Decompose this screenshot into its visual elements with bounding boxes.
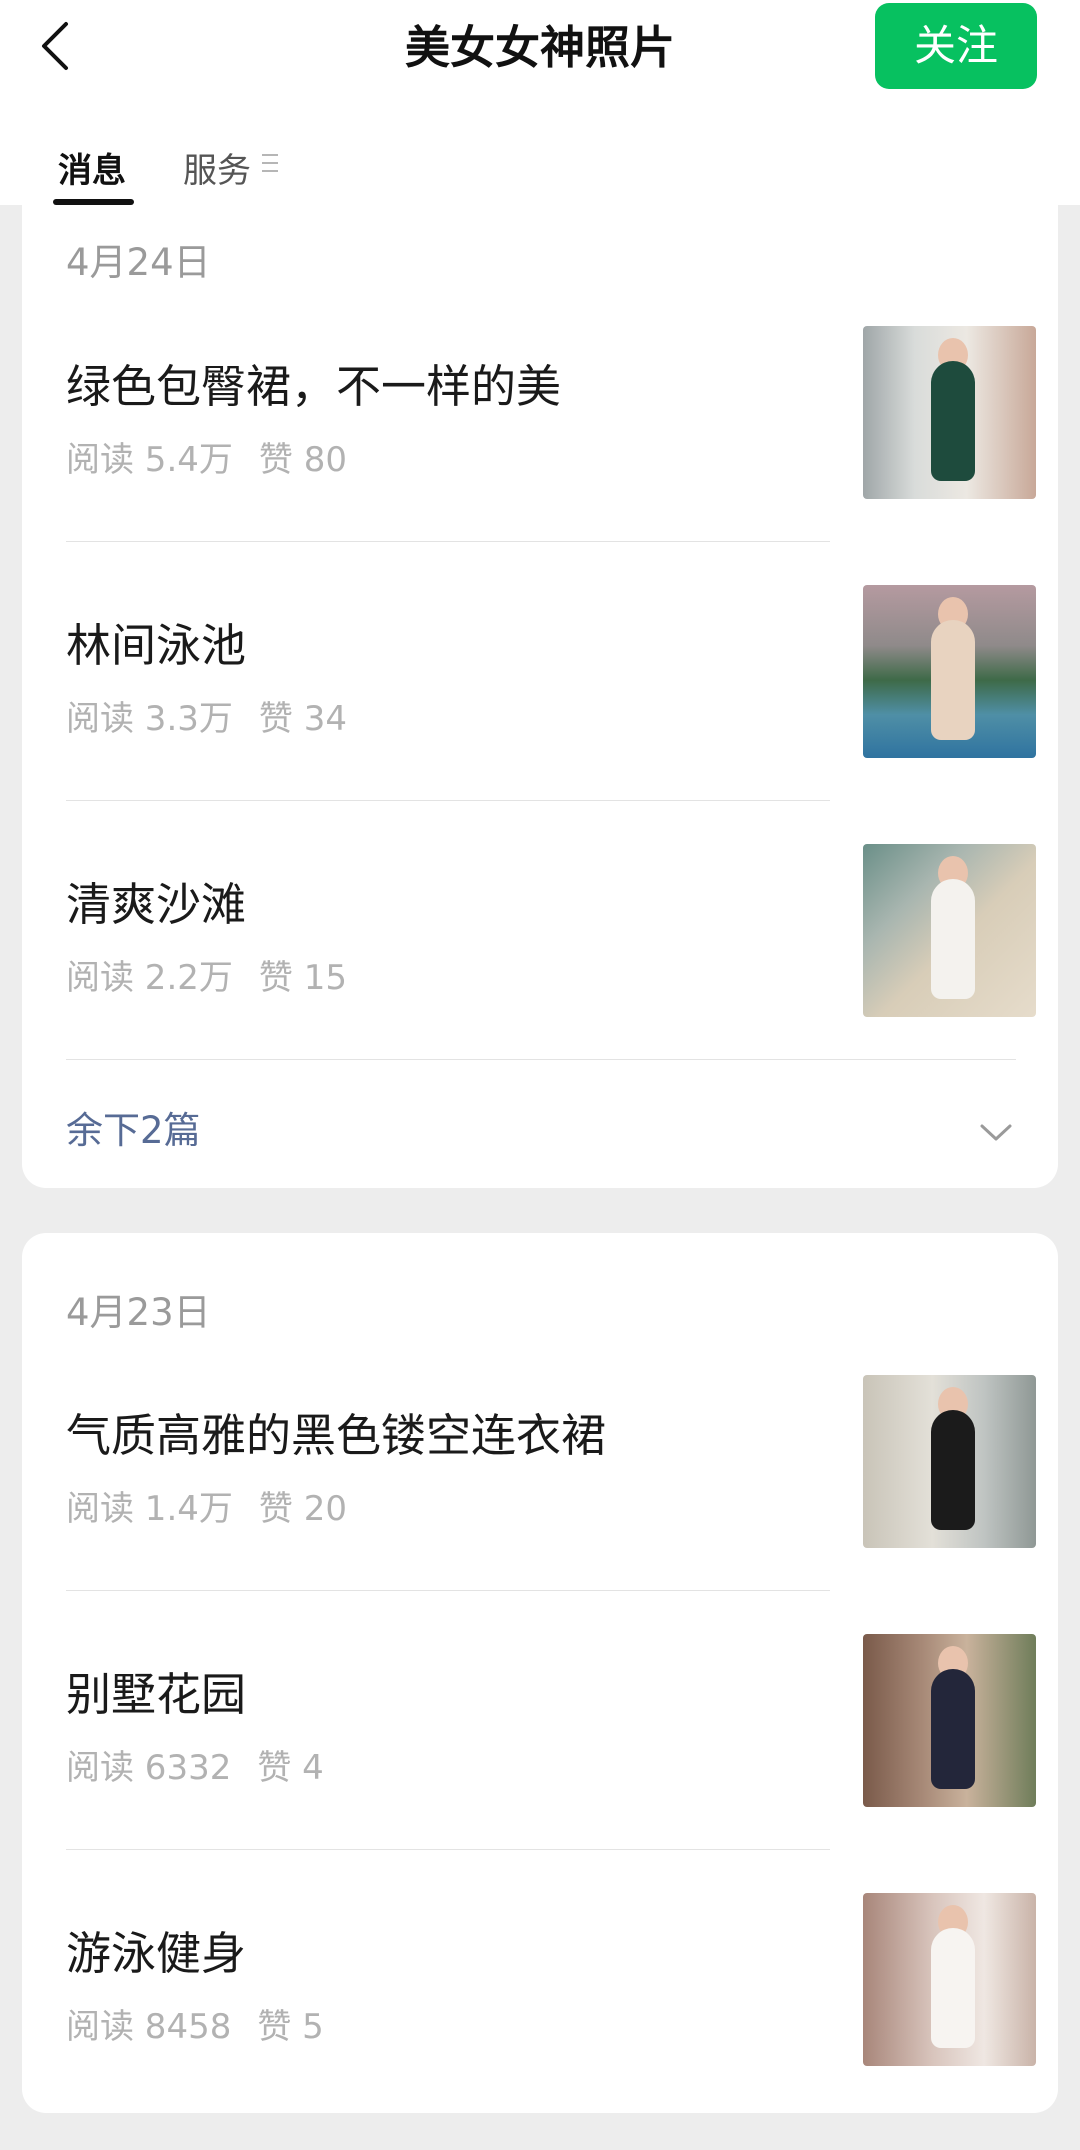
article-item[interactable]: 别墅花园 阅读 6332 赞 4 [66,1632,1036,1891]
article-stats: 阅读 6332 赞 4 [66,1740,324,1789]
remaining-articles-link: 余下2篇 [66,1109,201,1152]
divider [66,1849,830,1850]
read-count: 阅读 2.2万 [66,958,233,998]
read-count: 阅读 3.3万 [66,699,233,739]
divider [66,800,830,801]
article-item[interactable]: 林间泳池 阅读 3.3万赞 34 [66,583,1036,842]
group-date: 4月23日 [66,1291,211,1334]
group-date: 4月24日 [66,241,211,284]
like-count: 赞 4 [257,1748,324,1788]
article-thumbnail[interactable] [863,585,1036,758]
article-stats: 阅读 8458 赞 5 [66,1999,324,2048]
article-thumbnail[interactable] [863,1634,1036,1807]
article-title: 林间泳池 [66,619,247,672]
tab-services[interactable]: 服务 [183,143,251,192]
read-count: 阅读 5.4万 [66,440,233,480]
divider [66,541,830,542]
active-tab-indicator [53,199,134,205]
like-count: 赞 5 [257,2007,324,2047]
article-stats: 阅读 5.4万赞 80 [66,432,347,481]
read-count: 阅读 8458 [66,2007,232,2047]
article-stats: 阅读 2.2万赞 15 [66,950,347,999]
like-count: 赞 20 [258,1489,347,1529]
like-count: 赞 15 [258,958,347,998]
article-title: 别墅花园 [66,1668,247,1721]
article-title: 游泳健身 [66,1927,247,1980]
tab-messages[interactable]: 消息 [58,143,126,192]
article-stats: 阅读 3.3万赞 34 [66,691,347,740]
article-stats: 阅读 1.4万赞 20 [66,1481,347,1530]
article-thumbnail[interactable] [863,1893,1036,2066]
read-count: 阅读 6332 [66,1748,232,1788]
article-thumbnail[interactable] [863,1375,1036,1548]
article-title: 气质高雅的黑色镂空连衣裙 [66,1409,607,1462]
article-title: 清爽沙滩 [66,878,247,931]
like-count: 赞 80 [258,440,347,480]
article-item[interactable]: 绿色包臀裙，不一样的美 阅读 5.4万赞 80 [66,324,1036,583]
article-item[interactable]: 气质高雅的黑色镂空连衣裙 阅读 1.4万赞 20 [66,1373,1036,1632]
chevron-down-icon [980,1124,1012,1141]
divider [66,1059,1016,1060]
article-thumbnail[interactable] [863,844,1036,1017]
follow-button[interactable]: 关注 [875,3,1037,89]
article-title: 绿色包臀裙，不一样的美 [66,360,562,413]
menu-lines-icon [262,154,280,176]
divider [66,1590,830,1591]
top-bar: 美女女神照片 关注 消息 服务 [0,0,1080,205]
article-item[interactable]: 清爽沙滩 阅读 2.2万赞 15 [66,842,1036,1101]
read-count: 阅读 1.4万 [66,1489,233,1529]
like-count: 赞 34 [258,699,347,739]
article-thumbnail[interactable] [863,326,1036,499]
expand-more-row[interactable]: 余下2篇 [66,1100,1036,1160]
article-item[interactable]: 游泳健身 阅读 8458 赞 5 [66,1891,1036,2150]
